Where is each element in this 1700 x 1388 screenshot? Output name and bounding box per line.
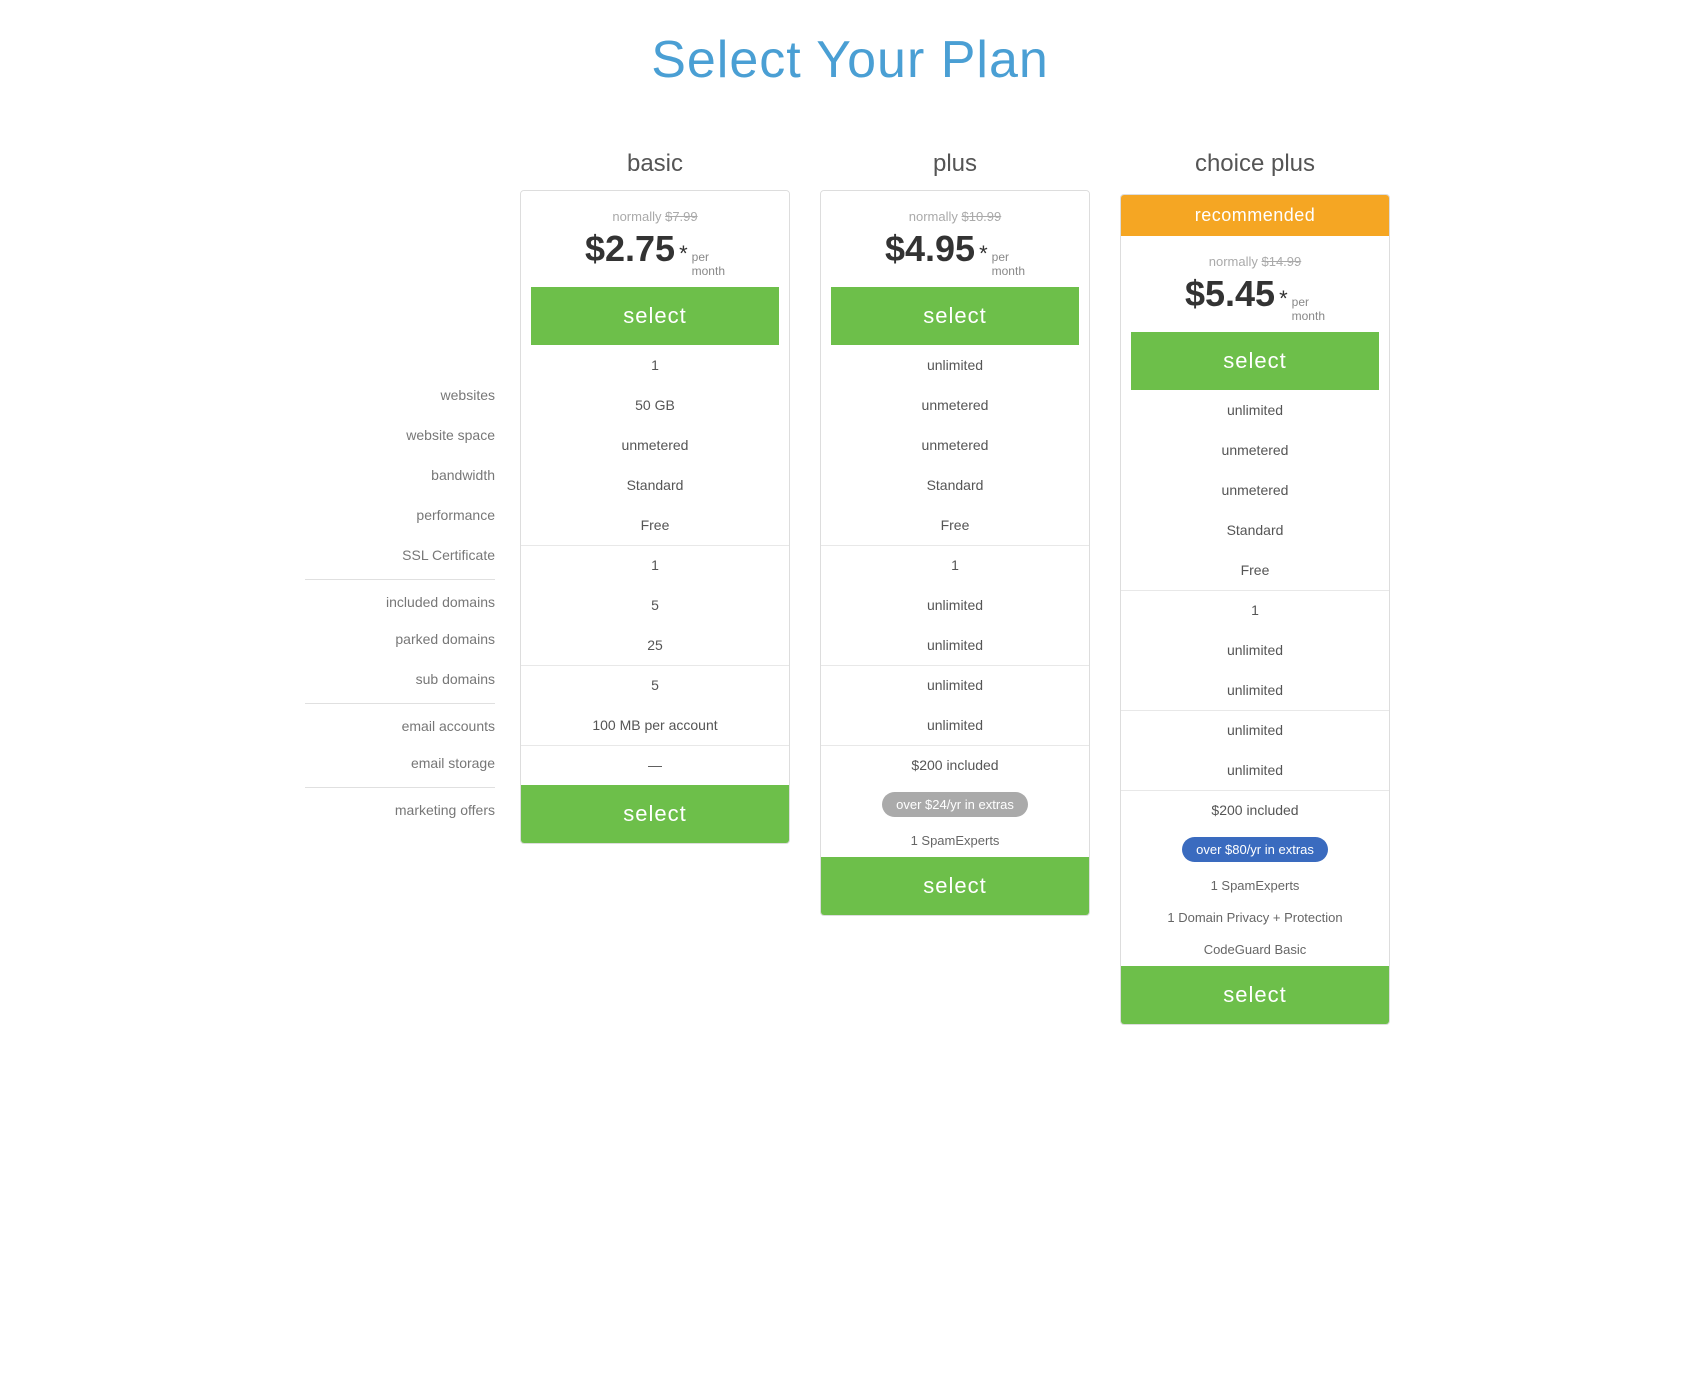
choice-plus-select-top[interactable]: select xyxy=(1131,332,1379,390)
basic-price: $2.75 xyxy=(585,228,675,270)
basic-sub-domains: 25 xyxy=(521,625,789,665)
choice-plus-performance: Standard xyxy=(1121,510,1389,550)
choice-plus-name-area: choice plus xyxy=(1195,150,1315,182)
plus-features: unlimited unmetered unmetered Standard F… xyxy=(821,345,1089,857)
label-email-storage: email storage xyxy=(305,743,495,783)
plan-basic: basic normally $7.99 $2.75 * permonth se… xyxy=(515,150,795,844)
plus-parked-domains: unlimited xyxy=(821,585,1089,625)
plus-ssl: Free xyxy=(821,505,1089,545)
choice-plus-websites: unlimited xyxy=(1121,390,1389,430)
plus-performance: Standard xyxy=(821,465,1089,505)
choice-plus-domain-privacy: 1 Domain Privacy + Protection xyxy=(1121,902,1389,934)
basic-original-price: $7.99 xyxy=(665,209,698,224)
basic-email-storage: 100 MB per account xyxy=(521,705,789,745)
choice-plus-price: $5.45 xyxy=(1185,273,1275,315)
choice-plus-marketing-offers: $200 included xyxy=(1121,790,1389,830)
basic-email-accounts: 5 xyxy=(521,665,789,705)
basic-parked-domains: 5 xyxy=(521,585,789,625)
choice-plus-email-storage: unlimited xyxy=(1121,750,1389,790)
plus-bandwidth: unmetered xyxy=(821,425,1089,465)
choice-plus-bandwidth: unmetered xyxy=(1121,470,1389,510)
choice-plus-select-bottom[interactable]: select xyxy=(1121,966,1389,1024)
plus-included-domains: 1 xyxy=(821,545,1089,585)
basic-performance: Standard xyxy=(521,465,789,505)
basic-ssl: Free xyxy=(521,505,789,545)
choice-plus-per: permonth xyxy=(1292,295,1325,324)
plus-website-space: unmetered xyxy=(821,385,1089,425)
plus-marketing-offers: $200 included xyxy=(821,745,1089,785)
plus-spam-experts: 1 SpamExperts xyxy=(821,825,1089,857)
basic-websites: 1 xyxy=(521,345,789,385)
label-marketing-offers: marketing offers xyxy=(305,787,495,827)
basic-bandwidth: unmetered xyxy=(521,425,789,465)
basic-plan-card: normally $7.99 $2.75 * permonth select 1… xyxy=(520,190,790,844)
choice-plus-sub-domains: unlimited xyxy=(1121,670,1389,710)
plus-extras-badge: over $24/yr in extras xyxy=(882,792,1028,817)
choice-plus-extras-badge: over $80/yr in extras xyxy=(1182,837,1328,862)
choice-plus-ssl: Free xyxy=(1121,550,1389,590)
plus-original-price: $10.99 xyxy=(961,209,1001,224)
label-included-domains: included domains xyxy=(305,579,495,619)
label-bandwidth: bandwidth xyxy=(305,455,495,495)
plus-price-section: normally $10.99 $4.95 * permonth select xyxy=(821,191,1089,345)
plus-price-row: $4.95 * permonth xyxy=(831,228,1079,279)
plus-select-bottom[interactable]: select xyxy=(821,857,1089,915)
basic-per: permonth xyxy=(692,250,725,279)
choice-plus-original-price: $14.99 xyxy=(1261,254,1301,269)
plus-plan-card: normally $10.99 $4.95 * permonth select … xyxy=(820,190,1090,916)
basic-website-space: 50 GB xyxy=(521,385,789,425)
plus-asterisk: * xyxy=(979,241,988,267)
choice-plus-email-accounts: unlimited xyxy=(1121,710,1389,750)
plan-choice-plus: choice plus recommended normally $14.99 … xyxy=(1115,150,1395,1025)
choice-plus-normally: normally $14.99 xyxy=(1131,254,1379,269)
basic-normally: normally $7.99 xyxy=(531,209,779,224)
choice-plus-card: recommended normally $14.99 $5.45 * perm… xyxy=(1120,194,1390,1025)
label-website-space: website space xyxy=(305,415,495,455)
basic-marketing-offers: — xyxy=(521,745,789,785)
basic-asterisk: * xyxy=(679,241,688,267)
label-websites: websites xyxy=(305,375,495,415)
plus-plan-name: plus xyxy=(933,150,977,178)
choice-plus-features: unlimited unmetered unmetered Standard F… xyxy=(1121,390,1389,966)
feature-labels: websites website space bandwidth perform… xyxy=(305,150,515,827)
choice-plus-parked-domains: unlimited xyxy=(1121,630,1389,670)
basic-select-top[interactable]: select xyxy=(531,287,779,345)
choice-plus-codeguard: CodeGuard Basic xyxy=(1121,934,1389,966)
plus-normally: normally $10.99 xyxy=(831,209,1079,224)
choice-plus-price-row: $5.45 * permonth xyxy=(1131,273,1379,324)
label-sub-domains: sub domains xyxy=(305,659,495,699)
choice-plus-plan-name: choice plus xyxy=(1195,150,1315,178)
label-ssl: SSL Certificate xyxy=(305,535,495,575)
recommended-badge: recommended xyxy=(1121,195,1389,236)
basic-price-section: normally $7.99 $2.75 * permonth select xyxy=(521,191,789,345)
page-title: Select Your Plan xyxy=(20,30,1680,90)
plans-wrapper: websites website space bandwidth perform… xyxy=(150,150,1550,1025)
basic-plan-name: basic xyxy=(627,150,683,178)
basic-select-bottom[interactable]: select xyxy=(521,785,789,843)
basic-features: 1 50 GB unmetered Standard Free 1 5 25 5… xyxy=(521,345,789,785)
plus-email-storage: unlimited xyxy=(821,705,1089,745)
plus-per: permonth xyxy=(992,250,1025,279)
choice-plus-spam-experts: 1 SpamExperts xyxy=(1121,870,1389,902)
basic-included-domains: 1 xyxy=(521,545,789,585)
label-parked-domains: parked domains xyxy=(305,619,495,659)
plan-plus: plus normally $10.99 $4.95 * permonth se… xyxy=(815,150,1095,916)
choice-plus-asterisk: * xyxy=(1279,286,1288,312)
label-performance: performance xyxy=(305,495,495,535)
choice-plus-website-space: unmetered xyxy=(1121,430,1389,470)
plus-select-top[interactable]: select xyxy=(831,287,1079,345)
plus-price: $4.95 xyxy=(885,228,975,270)
plus-email-accounts: unlimited xyxy=(821,665,1089,705)
plus-extras-badge-row: over $24/yr in extras xyxy=(821,785,1089,825)
plus-sub-domains: unlimited xyxy=(821,625,1089,665)
plus-websites: unlimited xyxy=(821,345,1089,385)
label-email-accounts: email accounts xyxy=(305,703,495,743)
choice-plus-price-section: normally $14.99 $5.45 * permonth select xyxy=(1121,236,1389,390)
choice-plus-extras-badge-row: over $80/yr in extras xyxy=(1121,830,1389,870)
choice-plus-included-domains: 1 xyxy=(1121,590,1389,630)
basic-price-row: $2.75 * permonth xyxy=(531,228,779,279)
